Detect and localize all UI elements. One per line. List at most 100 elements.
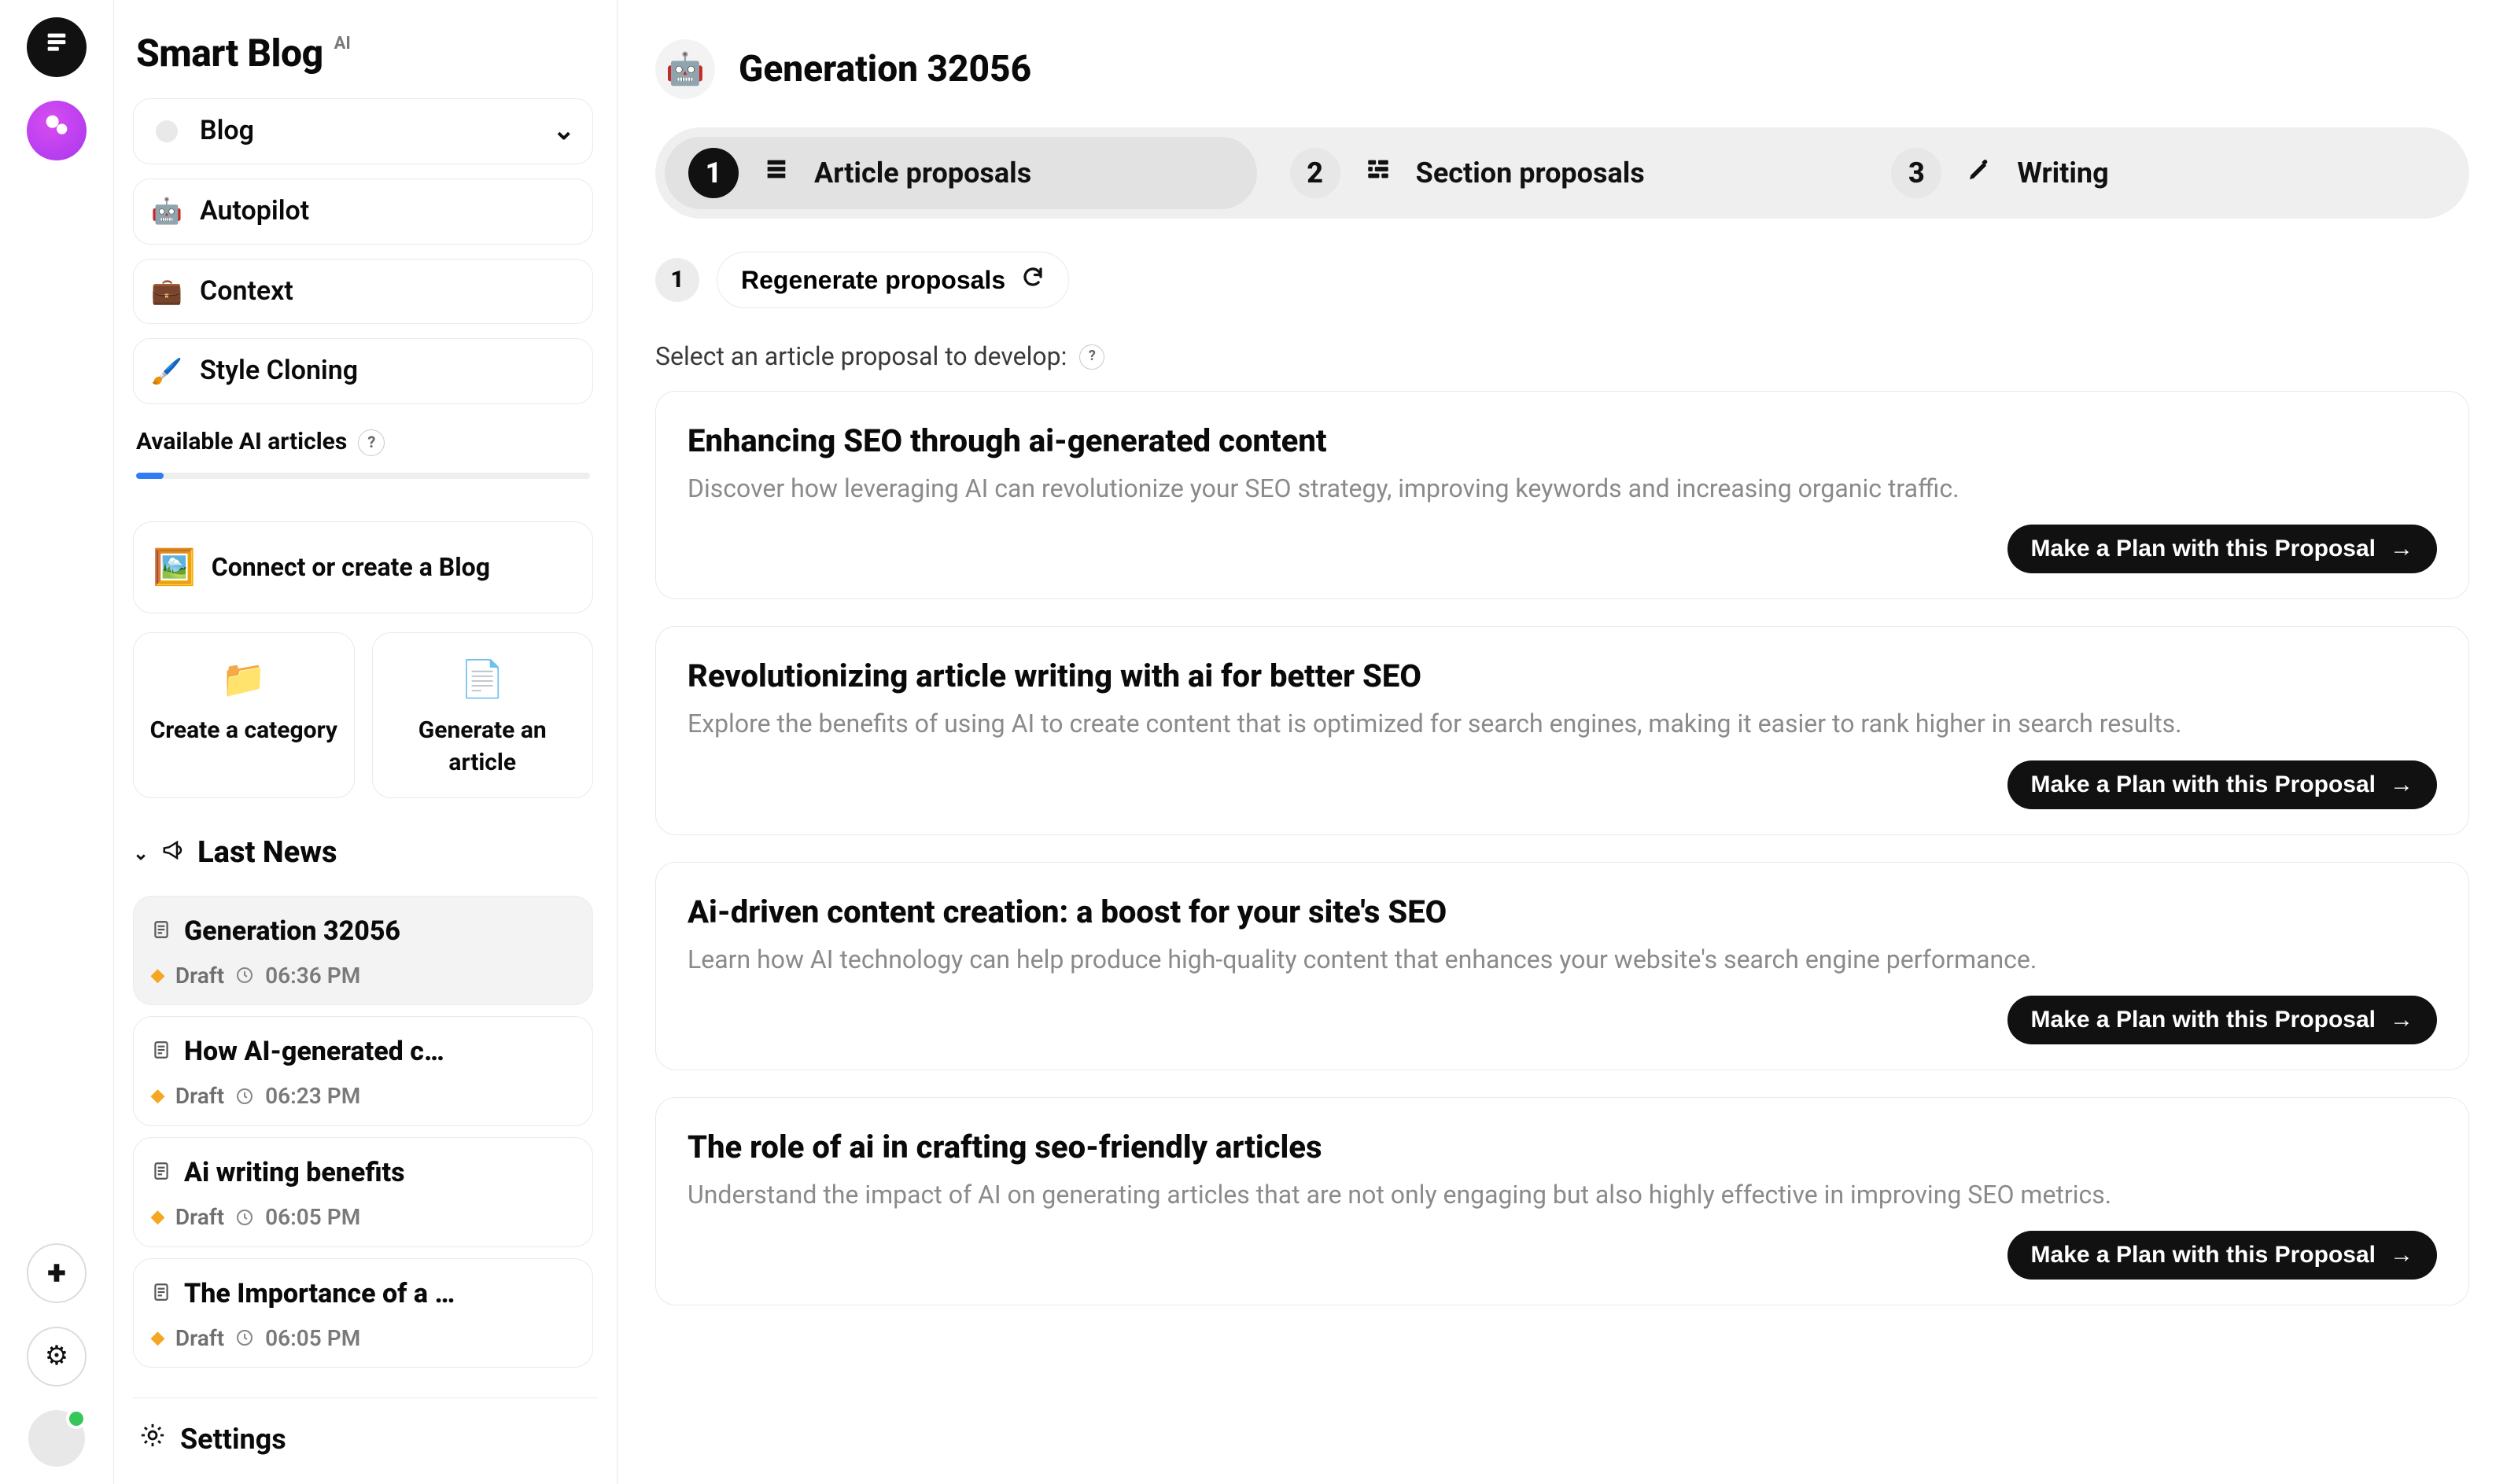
- nav-blog-label: Blog: [200, 113, 254, 149]
- brush-icon: 🖌️: [151, 355, 182, 387]
- quota-help-icon[interactable]: ?: [358, 429, 385, 456]
- grid-icon: [1362, 154, 1394, 193]
- sidebar-article-item[interactable]: Ai writing benefits ◆ Draft 06:05 PM: [133, 1137, 593, 1247]
- regenerate-label: Regenerate proposals: [741, 266, 1005, 295]
- make-plan-button[interactable]: Make a Plan with this Proposal →: [2007, 996, 2437, 1044]
- rail-stack-button[interactable]: [27, 17, 87, 77]
- arrow-right-icon: →: [2390, 1242, 2413, 1269]
- make-plan-button[interactable]: Make a Plan with this Proposal →: [2007, 525, 2437, 573]
- page-icon: 📄: [460, 655, 505, 704]
- robot-icon: 🤖: [665, 48, 705, 90]
- make-plan-button[interactable]: Make a Plan with this Proposal →: [2007, 760, 2437, 809]
- make-plan-label: Make a Plan with this Proposal: [2031, 1007, 2376, 1033]
- sidebar-article-item[interactable]: Generation 32056 ◆ Draft 06:36 PM: [133, 896, 593, 1006]
- nav-context-label: Context: [200, 274, 293, 310]
- refresh-icon: [1021, 265, 1045, 295]
- doc-icon: [151, 914, 171, 950]
- step-writing[interactable]: 3 Writing: [1867, 137, 2460, 209]
- quota-block: Available AI articles ?: [133, 418, 593, 493]
- sidebar-article-title: Generation 32056: [184, 914, 400, 950]
- doc-icon: [151, 1276, 171, 1313]
- last-news-text: Last News: [197, 833, 337, 873]
- gallery-icon: 🖼️: [153, 544, 196, 591]
- nav-context[interactable]: 💼 Context: [133, 259, 593, 325]
- nav-style-cloning[interactable]: 🖌️ Style Cloning: [133, 338, 593, 404]
- sidebar-article-time: 06:05 PM: [265, 1324, 360, 1353]
- nav-autopilot-label: Autopilot: [200, 193, 309, 230]
- main-pane: 🤖 Generation 32056 1 Article proposals 2…: [618, 0, 2507, 1484]
- sidebar-article-time: 06:36 PM: [265, 961, 360, 991]
- proposal-title: Enhancing SEO through ai-generated conte…: [688, 420, 2437, 462]
- rail-add-button[interactable]: +: [27, 1243, 87, 1303]
- step-article-proposals[interactable]: 1 Article proposals: [665, 137, 1257, 209]
- gear-icon: ⚙: [45, 1339, 68, 1375]
- brand-ai-badge: AI: [334, 32, 351, 56]
- regenerate-proposals-button[interactable]: Regenerate proposals: [717, 252, 1069, 308]
- doc-icon: [151, 1034, 171, 1070]
- proposal-title: The role of ai in crafting seo-friendly …: [688, 1126, 2437, 1169]
- nav-style-cloning-label: Style Cloning: [200, 353, 358, 389]
- step-1-number: 1: [688, 148, 739, 198]
- sidebar-article-title: How AI-generated c…: [184, 1034, 444, 1070]
- sidebar-article-status: Draft: [175, 1324, 224, 1353]
- chevron-down-icon: ⌄: [553, 113, 576, 149]
- draft-dot-icon: ◆: [151, 1327, 164, 1350]
- sidebar-settings-label: Settings: [180, 1420, 286, 1459]
- nav-autopilot[interactable]: 🤖 Autopilot: [133, 179, 593, 245]
- quota-label: Available AI articles: [136, 426, 347, 458]
- sidebar-article-title: Ai writing benefits: [184, 1155, 405, 1191]
- sidebar-article-status: Draft: [175, 961, 224, 991]
- sidebar-article-time: 06:23 PM: [265, 1081, 360, 1111]
- generate-article-card[interactable]: 📄 Generate an article: [372, 632, 594, 798]
- list-icon: [761, 154, 792, 193]
- sidebar-article-item[interactable]: How AI-generated c… ◆ Draft 06:23 PM: [133, 1016, 593, 1126]
- step-3-number: 3: [1891, 148, 1941, 198]
- folder-icon: 📁: [221, 655, 266, 704]
- proposal-subtitle: Learn how AI technology can help produce…: [688, 933, 2437, 977]
- proposal-card: Ai-driven content creation: a boost for …: [655, 862, 2469, 1070]
- generation-header: 🤖 Generation 32056: [655, 25, 2469, 127]
- sidebar-article-item[interactable]: The Importance of a … ◆ Draft 06:05 PM: [133, 1258, 593, 1368]
- rail-avatar[interactable]: [28, 1410, 85, 1467]
- draft-dot-icon: ◆: [151, 1084, 164, 1108]
- connect-blog-label: Connect or create a Blog: [212, 551, 490, 584]
- connect-blog-card[interactable]: 🖼️ Connect or create a Blog: [133, 521, 593, 613]
- arrow-right-icon: →: [2390, 1007, 2413, 1033]
- rail-ai-button[interactable]: [27, 101, 87, 160]
- brand: Smart Blog AI: [133, 20, 593, 98]
- proposal-subtitle: Understand the impact of AI on generatin…: [688, 1169, 2437, 1212]
- step-3-label: Writing: [2017, 154, 2108, 193]
- briefcase-icon: 💼: [151, 276, 182, 307]
- proposal-card: Revolutionizing article writing with ai …: [655, 626, 2469, 834]
- sidebar-settings[interactable]: Settings: [133, 1397, 598, 1484]
- clock-icon: [235, 966, 254, 985]
- doc-icon: [151, 1155, 171, 1191]
- make-plan-button[interactable]: Make a Plan with this Proposal →: [2007, 1231, 2437, 1280]
- chevron-down-icon: ⌄: [133, 841, 149, 866]
- proposal-card: The role of ai in crafting seo-friendly …: [655, 1097, 2469, 1305]
- hint-help-icon[interactable]: ?: [1079, 344, 1104, 370]
- proposal-subtitle: Discover how leveraging AI can revolutio…: [688, 462, 2437, 506]
- gear-icon: [139, 1420, 166, 1459]
- sidebar: Smart Blog AI Blog ⌄ 🤖 Autopilot 💼 Conte…: [114, 0, 618, 1484]
- rail-settings-button[interactable]: ⚙: [27, 1327, 87, 1386]
- generation-title: Generation 32056: [739, 45, 1031, 94]
- sidebar-article-status: Draft: [175, 1202, 224, 1232]
- app-icon-rail: + ⚙: [0, 0, 114, 1484]
- proposal-subtitle: Explore the benefits of using AI to crea…: [688, 698, 2437, 741]
- nav-blog[interactable]: Blog ⌄: [133, 98, 593, 164]
- step-section-proposals[interactable]: 2 Section proposals: [1266, 137, 1859, 209]
- make-plan-label: Make a Plan with this Proposal: [2031, 1242, 2376, 1269]
- make-plan-label: Make a Plan with this Proposal: [2031, 771, 2376, 798]
- stack-icon: [43, 29, 70, 66]
- draft-dot-icon: ◆: [151, 964, 164, 988]
- draft-dot-icon: ◆: [151, 1206, 164, 1229]
- generation-badge: 🤖: [655, 39, 715, 99]
- create-category-card[interactable]: 📁 Create a category: [133, 632, 355, 798]
- step-2-label: Section proposals: [1416, 154, 1645, 193]
- last-news-heading[interactable]: ⌄ Last News: [133, 798, 593, 884]
- generate-article-label: Generate an article: [387, 715, 579, 779]
- stepper: 1 Article proposals 2 Section proposals …: [655, 127, 2469, 219]
- proposals-list: Enhancing SEO through ai-generated conte…: [655, 391, 2469, 1305]
- dot-icon: [151, 116, 182, 147]
